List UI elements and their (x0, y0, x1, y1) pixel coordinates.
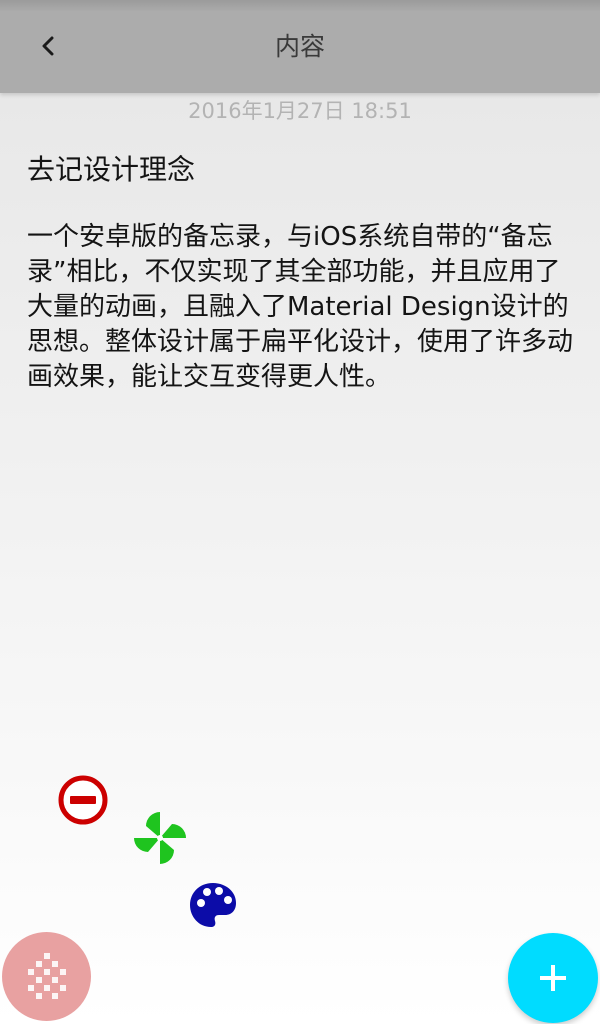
pinwheel-icon (134, 812, 186, 864)
pinwheel-button[interactable] (130, 808, 190, 868)
page-title: 内容 (274, 32, 325, 61)
add-note-button[interactable] (508, 933, 598, 1023)
chevron-left-icon (42, 36, 54, 56)
note-paragraph: 一个安卓版的备忘录，与iOS系统自带的“备忘录”相比，不仅实现了其全部功能，并且… (27, 222, 574, 392)
status-bar-shade (0, 0, 600, 12)
delete-button[interactable] (56, 773, 110, 827)
dot-grid-icon (27, 952, 66, 999)
note-heading: 去记设计理念 (27, 153, 196, 186)
plus-icon (540, 965, 566, 991)
back-button[interactable] (24, 22, 72, 70)
note-date: 2016年1月27日 18:51 (188, 99, 412, 123)
app-bar: 内容 (0, 0, 600, 93)
palette-button[interactable] (187, 879, 239, 931)
note-content[interactable]: 去记设计理念 一个安卓版的备忘录，与iOS系统自带的“备忘录”相比，不仅实现了其… (27, 150, 575, 395)
minus-circle-icon (58, 775, 108, 825)
menu-button[interactable] (2, 932, 91, 1021)
palette-icon (190, 883, 236, 927)
